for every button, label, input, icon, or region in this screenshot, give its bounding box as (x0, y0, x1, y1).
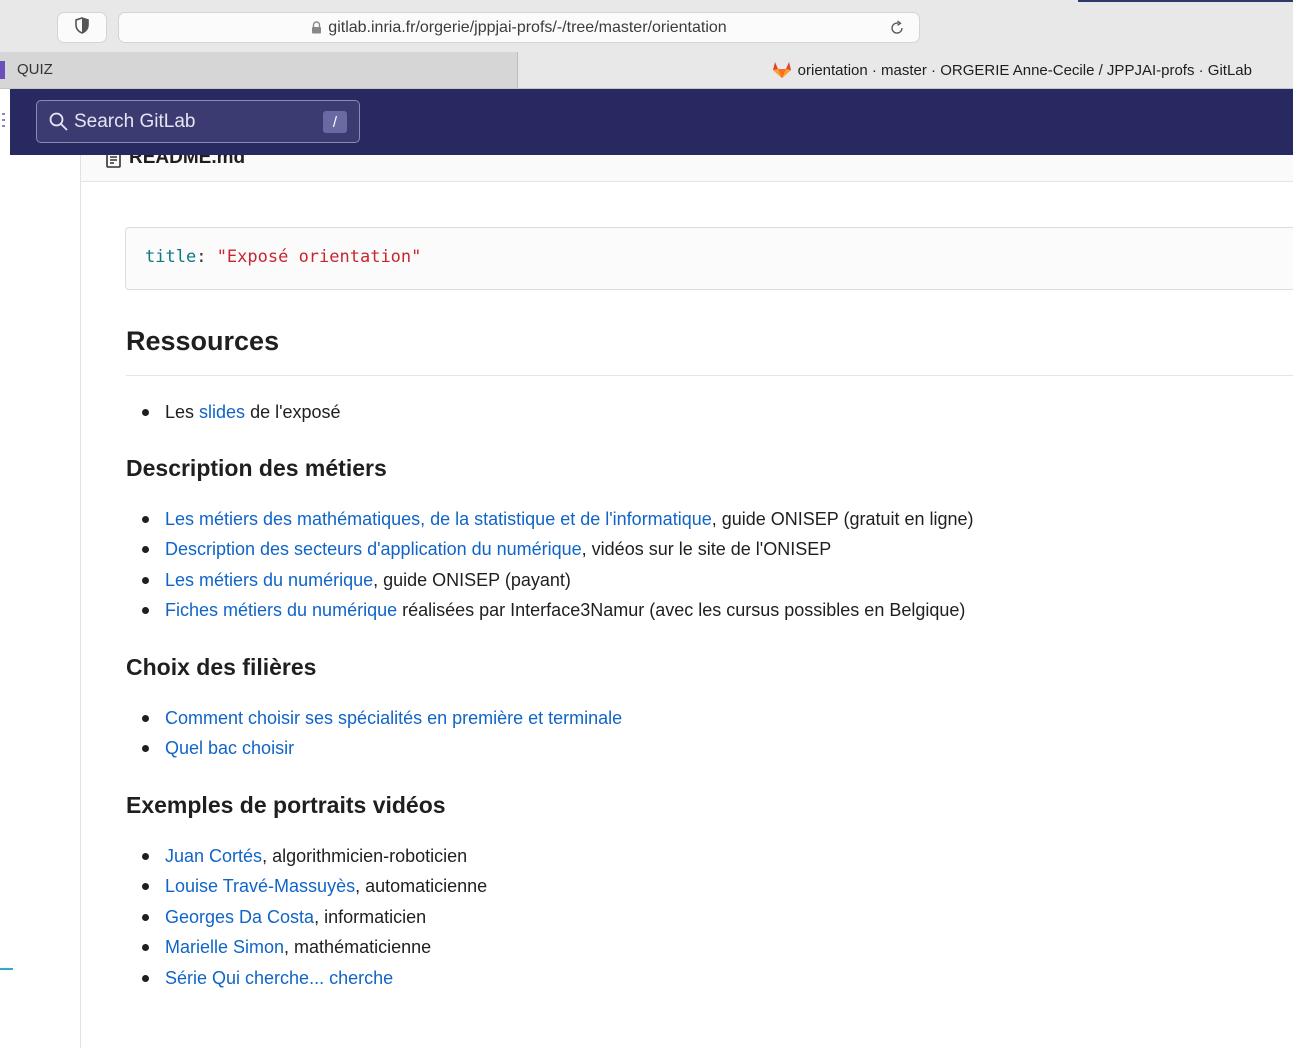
list-item-text: , algorithmicien-roboticien (262, 845, 468, 866)
list-item: Description des secteurs d'application d… (126, 534, 1293, 565)
portraits-list: Juan Cortés, algorithmicien-roboticien L… (126, 841, 1293, 994)
link-louise-trave-massuyes[interactable]: Louise Travé-Massuyès (165, 876, 355, 896)
list-item: Louise Travé-Massuyès, automaticienne (126, 871, 1293, 902)
list-item-text: , guide ONISEP (gratuit en ligne) (711, 508, 974, 529)
link-metiers-numerique[interactable]: Les métiers du numérique (165, 570, 373, 590)
address-bar[interactable]: gitlab.inria.fr/orgerie/jppjai-profs/-/t… (118, 12, 920, 43)
link-georges-da-costa[interactable]: Georges Da Costa (165, 907, 314, 927)
readme-content: Ressources Les slides de l'exposé Descri… (126, 318, 1293, 993)
list-item: Marielle Simon, mathématicienne (126, 932, 1293, 963)
tab-quiz-label: QUIZ (17, 61, 53, 78)
heading-ressources: Ressources (126, 318, 1293, 376)
link-secteurs-numerique[interactable]: Description des secteurs d'application d… (165, 539, 582, 559)
search-icon (49, 112, 68, 131)
list-item: Les slides de l'exposé (126, 397, 1293, 428)
search-input[interactable]: Search GitLab / (36, 100, 360, 143)
tab-gitlab-label: orientation · master · ORGERIE Anne-Ceci… (797, 61, 1252, 79)
link-serie-qui-cherche[interactable]: Série Qui cherche... cherche (165, 968, 393, 988)
heading-metiers: Description des métiers (126, 454, 387, 481)
front-matter-key: title (145, 247, 197, 267)
link-fiches-metiers[interactable]: Fiches métiers du numérique (165, 600, 397, 620)
link-juan-cortes[interactable]: Juan Cortés (165, 846, 262, 866)
link-metiers-maths[interactable]: Les métiers des mathématiques, de la sta… (165, 509, 712, 529)
list-item: Quel bac choisir (126, 733, 1293, 764)
tab-gitlab-orientation[interactable]: orientation · master · ORGERIE Anne-Ceci… (518, 52, 1293, 88)
list-item-text: , informaticien (314, 906, 427, 927)
list-item-text: , mathématicienne (284, 937, 432, 957)
link-quel-bac[interactable]: Quel bac choisir (165, 738, 294, 758)
link-slides[interactable]: slides (199, 402, 245, 422)
reload-icon[interactable] (887, 18, 907, 38)
file-name[interactable]: README.md (129, 155, 245, 169)
front-matter-colon: : (196, 247, 207, 267)
list-item: Les métiers des mathématiques, de la sta… (126, 504, 1293, 535)
front-matter-value: "Exposé orientation" (216, 247, 422, 267)
sidebar-accent (0, 968, 13, 970)
browser-toolbar: gitlab.inria.fr/orgerie/jppjai-profs/-/t… (0, 0, 1293, 52)
link-choisir-specialites[interactable]: Comment choisir ses spécialités en premi… (165, 708, 622, 728)
sidebar-border (80, 155, 81, 1048)
link-marielle-simon[interactable]: Marielle Simon (165, 937, 284, 957)
window-edge-accent (1078, 0, 1293, 2)
readme-file-header: README.md (81, 155, 1293, 182)
search-placeholder: Search GitLab (74, 110, 196, 132)
list-item: Georges Da Costa, informaticien (126, 902, 1293, 933)
search-shortcut-badge: / (323, 111, 347, 133)
privacy-shield-button[interactable] (57, 12, 107, 43)
list-item-text: , vidéos sur le site de l'ONISEP (581, 539, 832, 559)
heading-portraits: Exemples de portraits vidéos (126, 791, 446, 818)
tab-quiz[interactable]: QUIZ (0, 52, 518, 88)
list-item: Comment choisir ses spécialités en premi… (126, 703, 1293, 734)
lock-icon (311, 21, 322, 34)
list-item-text: , guide ONISEP (payant) (373, 569, 571, 590)
list-item: Série Qui cherche... cherche (126, 963, 1293, 994)
metiers-list: Les métiers des mathématiques, de la sta… (126, 504, 1293, 626)
front-matter-block: title: "Exposé orientation" (125, 227, 1293, 290)
url-text: gitlab.inria.fr/orgerie/jppjai-profs/-/t… (328, 18, 727, 36)
list-item: Fiches métiers du numérique réalisées pa… (126, 595, 1293, 626)
list-item-text: Les (165, 402, 200, 422)
menu-handle-icon[interactable] (2, 113, 5, 131)
list-item-text: de l'exposé (245, 402, 341, 422)
gitlab-fox-icon (772, 61, 792, 79)
shield-icon (75, 16, 89, 39)
list-item: Les métiers du numérique, guide ONISEP (… (126, 565, 1293, 596)
list-item-text: réalisées par Interface3Namur (avec les … (397, 600, 966, 620)
heading-choix: Choix des filières (126, 653, 317, 680)
tab-bar: QUIZ orientation · master · ORGERIE Anne… (0, 52, 1293, 89)
resources-list: Les slides de l'exposé (126, 397, 1293, 428)
list-item-text: , automaticienne (355, 876, 488, 896)
choix-list: Comment choisir ses spécialités en premi… (126, 703, 1293, 764)
list-item: Juan Cortés, algorithmicien-roboticien (126, 841, 1293, 872)
file-icon (106, 155, 121, 168)
quiz-favicon-icon (0, 61, 5, 79)
